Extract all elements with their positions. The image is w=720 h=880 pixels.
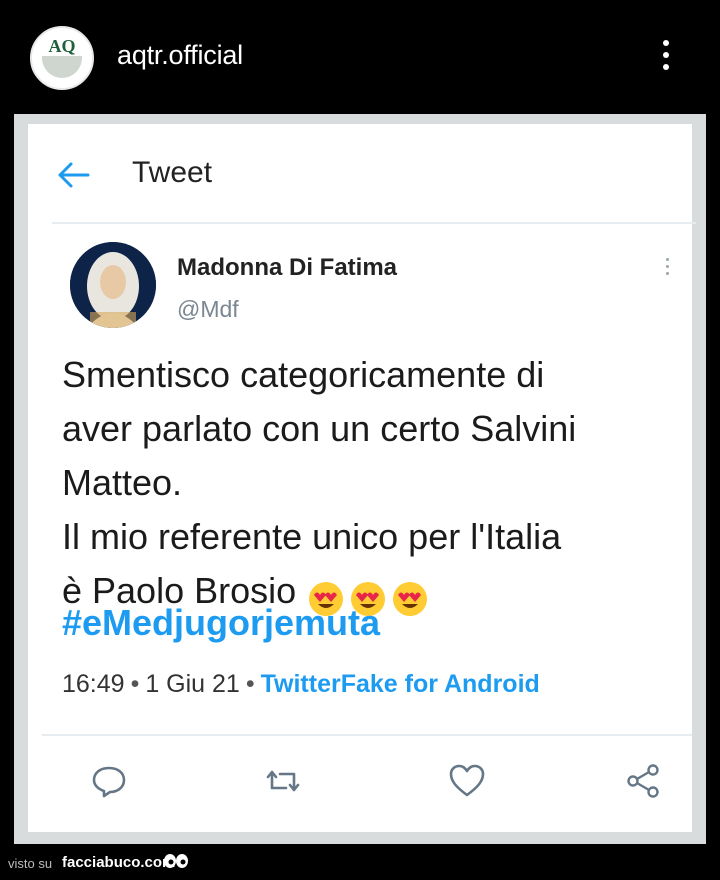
like-icon[interactable] [448,762,486,800]
watermark-footer: visto su facciabuco.com [0,846,720,880]
footer-brand[interactable]: facciabuco.com [62,854,175,871]
footer-label: visto su [8,856,53,871]
retweet-icon[interactable] [264,762,302,800]
tweet-text: Smentisco categoricamente di aver parlat… [62,348,682,624]
author-name[interactable]: Madonna Di Fatima [177,254,397,282]
tweet-line: aver parlato con un certo Salvini [62,408,577,449]
tweet-source-link[interactable]: TwitterFake for Android [261,670,540,698]
divider [42,734,692,736]
tweet-more-icon[interactable] [664,258,670,280]
hashtag-link[interactable]: #eMedjugorjemuta [62,602,380,644]
username[interactable]: aqtr.official [117,40,243,71]
page-title: Tweet [132,156,213,189]
tweet-meta: 16:49 • 1 Giu 21 • TwitterFake for Android [62,670,540,699]
tweet-line: Matteo. [62,462,183,503]
tweet-line: Il mio referente unico per l'Italia [62,516,562,557]
madonna-portrait-icon [70,242,156,328]
back-arrow-icon[interactable] [56,160,90,190]
more-options-icon[interactable] [656,40,676,80]
tweet-date: 1 Giu 21 [145,670,240,698]
tweet-card: Tweet Madonna Di Fatima @Mdf Smentisco c… [28,124,696,832]
author-avatar[interactable] [70,242,156,328]
profile-avatar[interactable]: AQ [30,26,94,90]
tweet-actions [28,752,692,812]
tweet-header: Tweet [28,124,692,222]
aq-logo-icon: AQ [48,36,76,56]
tweet-time: 16:49 [62,670,125,698]
heart-eyes-emoji-icon [393,582,428,617]
divider [52,222,696,224]
meta-separator: • [130,670,140,698]
screenshot-frame: Tweet Madonna Di Fatima @Mdf Smentisco c… [14,114,706,844]
eyes-logo-icon [164,854,188,868]
tweet-line: Smentisco categoricamente di [62,354,545,395]
instagram-header: AQ aqtr.official [0,0,720,112]
author-handle[interactable]: @Mdf [177,296,239,323]
share-icon[interactable] [624,762,662,800]
meta-separator: • [245,670,255,698]
logo-emblem [42,56,82,78]
reply-icon[interactable] [90,762,128,800]
